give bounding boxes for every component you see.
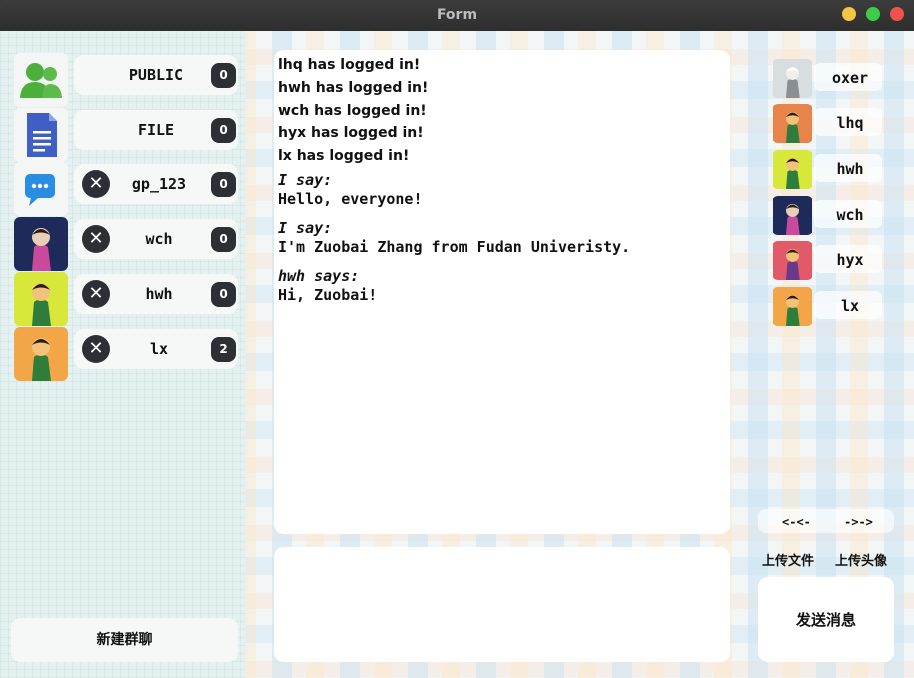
- login-log-line: hwh has logged in!: [278, 79, 429, 96]
- message-sender: hwh says:: [278, 266, 360, 285]
- chat-item[interactable]: PUBLIC 0: [74, 55, 238, 95]
- chat-item-label: wch: [145, 230, 173, 248]
- chat-bubble-icon: [14, 162, 68, 216]
- message-area: lhq has logged in! hwh has logged in! wch …: [274, 50, 730, 534]
- message-input[interactable]: [274, 547, 730, 662]
- window-title: Form: [436, 7, 478, 23]
- chat-avatar: [14, 272, 68, 326]
- document-icon: [14, 108, 68, 162]
- main-window: PUBLIC 0 FILE 0 ✕ gp_123 0 ✕ wch 0 ✕ hwh 0 ✕ lx 2 新建群聊 …: [0, 31, 914, 678]
- user-avatar[interactable]: [772, 104, 813, 143]
- login-log-line: lx has logged in!: [278, 148, 410, 165]
- login-log: lhq has logged in! hwh has logged in! wch …: [278, 57, 726, 171]
- chat-item[interactable]: FILE 0: [74, 110, 238, 150]
- user-name: lx: [840, 297, 860, 315]
- minimize-button[interactable]: [842, 7, 856, 21]
- close-window-button[interactable]: [890, 7, 904, 21]
- unread-count-badge: 0: [211, 172, 236, 197]
- chat-avatar: [14, 217, 68, 271]
- user-name: oxer: [831, 69, 869, 87]
- login-log-line: hyx has logged in!: [278, 125, 424, 142]
- unread-count-badge: 0: [211, 227, 236, 252]
- message-sender: I say:: [278, 170, 333, 189]
- message-text: I'm Zuobai Zhang from Fudan Univeristy.: [278, 237, 631, 256]
- user-avatar[interactable]: [772, 59, 813, 98]
- message-list: I say: Hello, everyone! I say: I'm Zuobai Z…: [278, 171, 726, 305]
- upload-file-button[interactable]: 上传文件: [762, 550, 814, 569]
- chat-avatar: [14, 327, 68, 381]
- send-message-label: 发送消息: [795, 611, 856, 629]
- user-avatar[interactable]: [772, 241, 813, 280]
- login-log-line: wch has logged in!: [278, 102, 427, 119]
- user-avatar[interactable]: [772, 287, 813, 326]
- message-text: Hello, everyone!: [278, 189, 423, 208]
- user-name: hwh: [836, 160, 864, 178]
- next-page-button[interactable]: ->->: [844, 515, 873, 529]
- chat-item-label: hwh: [145, 285, 173, 303]
- chat-item[interactable]: ✕ lx 2: [74, 329, 238, 369]
- message-sender: I say:: [278, 218, 333, 237]
- upload-avatar-button[interactable]: 上传头像: [835, 550, 887, 569]
- message-text: Hi, Zuobai!: [278, 285, 378, 304]
- user-avatar[interactable]: [772, 196, 813, 235]
- chat-item[interactable]: ✕ wch 0: [74, 219, 238, 259]
- unread-count-badge: 2: [211, 337, 236, 362]
- chat-item-label: lx: [149, 340, 169, 358]
- user-avatar[interactable]: [772, 150, 813, 189]
- maximize-button[interactable]: [866, 7, 880, 21]
- user-name: hyx: [836, 251, 864, 269]
- unread-count-badge: 0: [211, 63, 236, 88]
- new-group-chat-button[interactable]: 新建群聊: [11, 618, 238, 662]
- prev-page-button[interactable]: <-<-: [782, 515, 811, 529]
- chat-item-label: gp_123: [131, 175, 187, 193]
- chat-item[interactable]: ✕ gp_123 0: [74, 164, 238, 204]
- users-icon: [14, 53, 68, 107]
- unread-count-badge: 0: [211, 282, 236, 307]
- unread-count-badge: 0: [211, 118, 236, 143]
- user-name: wch: [836, 206, 864, 224]
- user-page-nav: [758, 509, 894, 533]
- login-log-line: lhq has logged in!: [278, 57, 421, 73]
- chat-item[interactable]: ✕ hwh 0: [74, 274, 238, 314]
- title-bar: Form: [0, 0, 914, 31]
- send-message-button[interactable]: 发送消息: [758, 577, 894, 662]
- user-name: lhq: [836, 114, 864, 132]
